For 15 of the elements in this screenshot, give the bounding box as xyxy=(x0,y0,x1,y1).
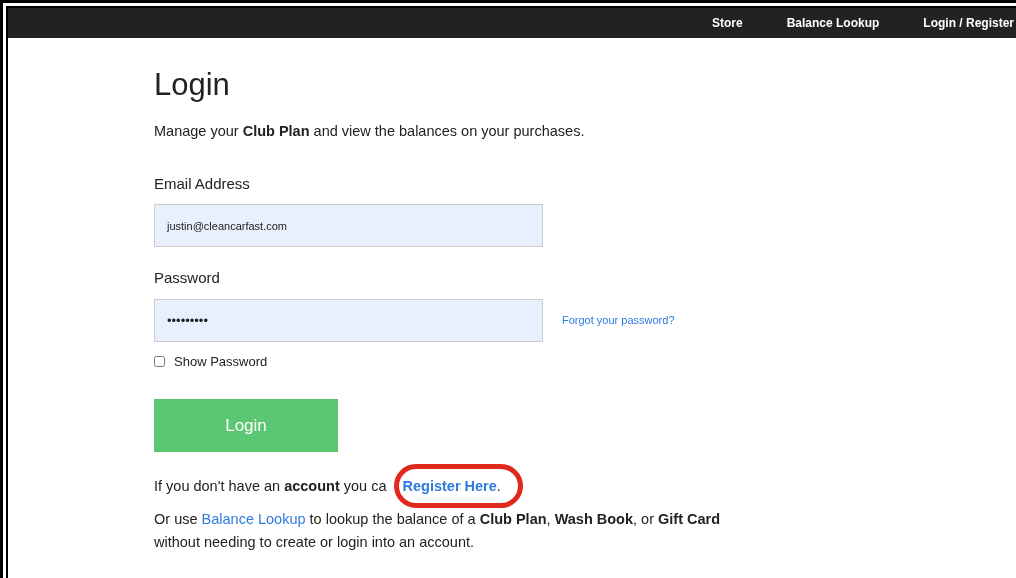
page-title: Login xyxy=(154,66,231,104)
register-link[interactable]: Register Here xyxy=(402,478,497,495)
register-text: If you don't have an account you ca Register Here. xyxy=(154,476,1016,499)
password-field[interactable]: ••••••••• xyxy=(154,298,543,342)
balance-text: Or use Balance Lookup to lookup the balance of a Club Plan, Wash Book, or Gift Card without needing to create or login into an account. xyxy=(154,510,722,553)
field-label: Email Address xyxy=(154,173,251,194)
balance-lookup-link[interactable]: Balance Lookup xyxy=(201,511,306,528)
email-field[interactable]: justin@cleancarfast.com xyxy=(154,204,543,248)
checkbox-label: Show Password xyxy=(174,352,268,371)
field-label: Password xyxy=(154,268,221,289)
intro-text: Manage your Club Plan and view the balances on your purchases. xyxy=(154,122,586,142)
nav-link[interactable]: Login / Register xyxy=(901,14,1016,32)
nav-link[interactable]: Balance Lookup xyxy=(764,14,902,32)
forgot-password-link[interactable]: Forgot your password? xyxy=(562,312,675,329)
nav-link[interactable]: Store xyxy=(689,14,765,32)
